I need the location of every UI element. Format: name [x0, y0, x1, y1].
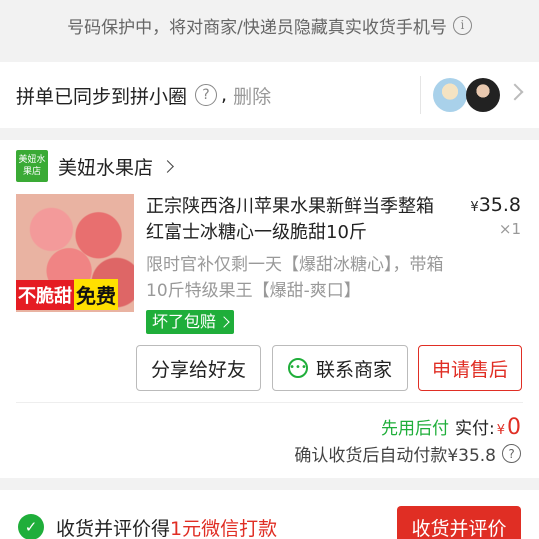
review-reward-highlight: 1元微信打款: [170, 518, 278, 539]
help-icon[interactable]: ?: [195, 84, 218, 106]
payment-summary: 先用后付 实付: ¥ 0: [381, 414, 521, 440]
group-sync-bar: 拼单已同步到拼小圈 ? , 删除: [0, 62, 539, 128]
shop-name[interactable]: 美妞水果店: [58, 153, 153, 180]
guarantee-badge-label: 坏了包赔: [152, 312, 217, 331]
paid-currency: ¥: [496, 423, 505, 438]
product-image-overlay: 不脆甜 免费: [16, 279, 134, 310]
chevron-right-icon[interactable]: [506, 83, 524, 101]
delete-link[interactable]: 删除: [233, 82, 271, 109]
paid-label: 实付:: [454, 419, 495, 439]
wechat-check-icon: ✓: [18, 514, 44, 539]
auto-pay-note: 确认收货后自动付款¥35.8 ?: [294, 441, 521, 466]
bottom-bar: ✓ 收货并评价得1元微信打款 收货并评价: [0, 490, 539, 539]
product-title[interactable]: 正宗陕西洛川苹果水果新鲜当季整箱红富士冰糖心一级脆甜10斤: [146, 194, 436, 246]
contact-seller-label: 联系商家: [315, 358, 392, 381]
help-icon[interactable]: ?: [502, 444, 521, 463]
guarantee-badge[interactable]: 坏了包赔: [146, 310, 235, 334]
pay-later-label: 先用后付: [380, 419, 449, 439]
auto-pay-text: 确认收货后自动付款¥35.8: [294, 446, 496, 466]
shop-header[interactable]: 美妞水果店 美妞水果店: [16, 150, 174, 182]
group-sync-text: 拼单已同步到拼小圈: [16, 85, 188, 108]
review-reward-prefix: 收货并评价得: [56, 518, 171, 539]
chevron-right-icon: [218, 316, 230, 328]
confirm-and-review-button[interactable]: 收货并评价: [397, 506, 521, 539]
chat-icon: •••: [287, 358, 308, 378]
avatar[interactable]: [433, 78, 467, 112]
chevron-right-icon[interactable]: [161, 159, 174, 173]
product-image[interactable]: 不脆甜 免费: [16, 194, 134, 312]
group-sync-comma: ,: [221, 84, 228, 106]
price-value: 35.8: [478, 194, 521, 216]
contact-seller-button[interactable]: ••• 联系商家: [272, 345, 408, 391]
order-card: 美妞水果店 美妞水果店 不脆甜 免费 正宗陕西洛川苹果水果新鲜当季整箱红富士冰糖…: [0, 140, 539, 478]
privacy-notice: 号码保护中，将对商家/快递员隐藏真实收货手机号 i: [0, 0, 539, 50]
product-image-text: 免费: [74, 279, 118, 310]
privacy-notice-text: 号码保护中，将对商家/快递员隐藏真实收货手机号: [67, 17, 447, 38]
vertical-divider: [420, 76, 421, 114]
share-button[interactable]: 分享给好友: [136, 345, 261, 391]
info-icon[interactable]: i: [452, 15, 472, 35]
price-currency: ¥: [470, 200, 479, 215]
product-promo: 限时官补仅剩一天【爆甜冰糖心】，带箱10斤特级果王【爆甜-爽口】: [146, 255, 444, 301]
after-sales-label: 申请售后: [431, 358, 508, 381]
avatar[interactable]: [466, 78, 500, 112]
product-image-text: 不脆甜: [16, 279, 74, 310]
paid-value: 0: [507, 415, 521, 440]
after-sales-button[interactable]: 申请售后: [418, 345, 522, 391]
product-price: ¥35.8: [470, 194, 521, 216]
horizontal-divider: [16, 402, 523, 403]
share-button-label: 分享给好友: [150, 358, 246, 381]
shop-logo: 美妞水果店: [16, 150, 48, 182]
review-reward-text: 收货并评价得1元微信打款: [56, 514, 277, 539]
product-quantity: ×1: [498, 220, 521, 238]
